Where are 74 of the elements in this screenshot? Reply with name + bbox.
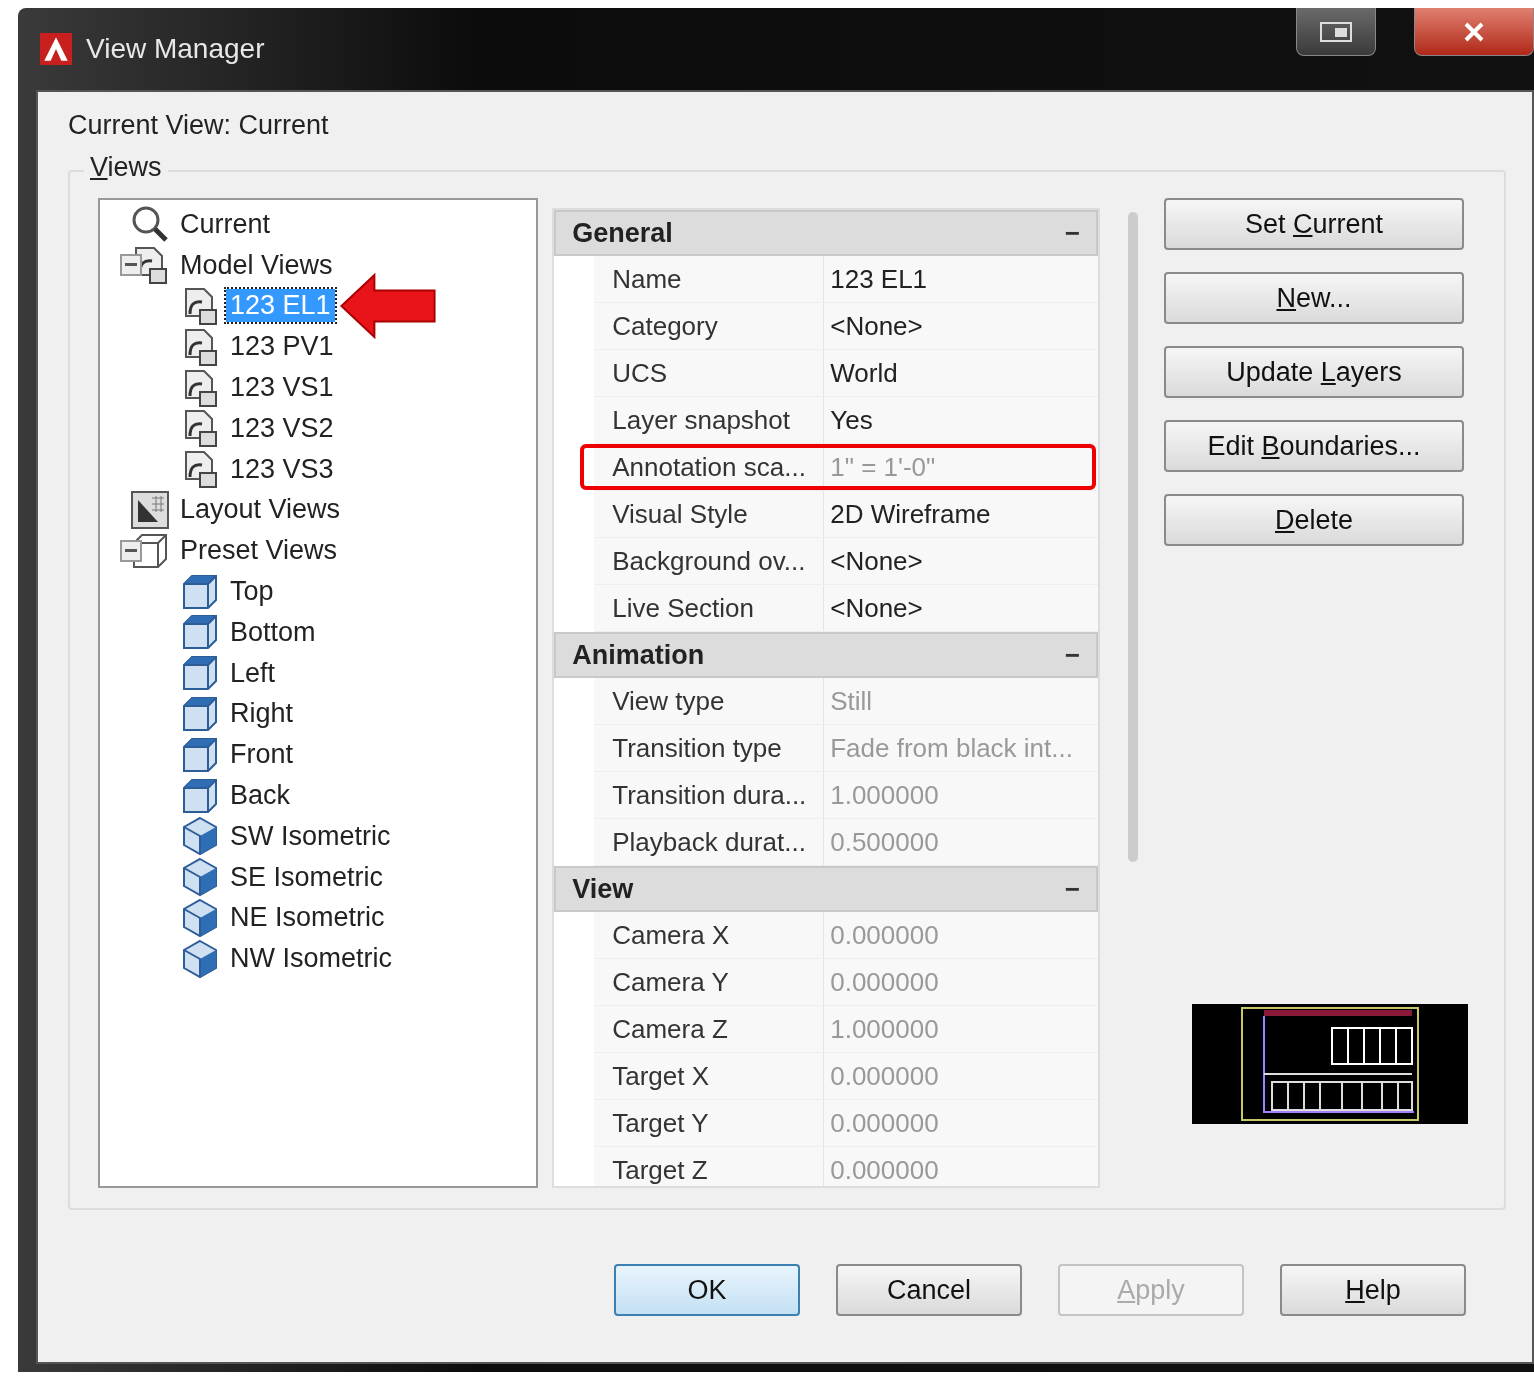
tree-item[interactable]: 123 PV1 bbox=[226, 330, 338, 364]
tree-item[interactable]: 123 VS1 bbox=[226, 371, 338, 405]
tree-item[interactable]: 123 VS3 bbox=[226, 452, 338, 486]
section-title: General bbox=[572, 217, 673, 249]
property-name: Target X bbox=[594, 1053, 825, 1099]
tree-item[interactable]: NW Isometric bbox=[226, 942, 396, 976]
property-name: Camera X bbox=[594, 912, 825, 958]
property-value[interactable]: World bbox=[824, 357, 898, 389]
tree-item[interactable]: SE Isometric bbox=[226, 860, 388, 894]
tree-item[interactable]: 123 VS2 bbox=[226, 411, 338, 445]
restore-button[interactable] bbox=[1296, 8, 1376, 56]
isometric-cube-icon bbox=[180, 816, 220, 857]
property-value[interactable]: <None> bbox=[824, 310, 923, 342]
property-name: Transition type bbox=[594, 725, 825, 771]
property-name: UCS bbox=[594, 350, 825, 396]
property-value[interactable]: Yes bbox=[824, 404, 873, 436]
property-value[interactable]: <None> bbox=[824, 545, 923, 577]
window-title: View Manager bbox=[86, 33, 265, 65]
tree-item[interactable]: Layout Views bbox=[176, 493, 345, 527]
tree-item[interactable]: SW Isometric bbox=[226, 819, 395, 853]
tree-item[interactable]: NE Isometric bbox=[226, 901, 389, 935]
section-title: View bbox=[572, 873, 634, 905]
tree-item[interactable]: Front bbox=[226, 738, 298, 772]
property-name: Layer snapshot bbox=[594, 397, 825, 443]
close-button[interactable] bbox=[1414, 8, 1534, 56]
action-button[interactable]: Edit Boundaries... bbox=[1164, 420, 1464, 472]
collapse-toggle[interactable]: − bbox=[1064, 873, 1080, 905]
tree-item[interactable]: Back bbox=[226, 779, 295, 813]
tree-item[interactable]: Bottom bbox=[226, 615, 320, 649]
property-name: Playback durat... bbox=[594, 819, 825, 865]
dialog-button[interactable]: OK bbox=[614, 1264, 800, 1316]
isometric-cube-icon bbox=[180, 897, 220, 938]
collapse-toggle-icon[interactable] bbox=[120, 539, 142, 562]
isometric-cube-icon bbox=[180, 938, 220, 979]
dialog-button[interactable]: Cancel bbox=[836, 1264, 1022, 1316]
isometric-cube-icon bbox=[180, 857, 220, 898]
current-view-label: Current View: Current bbox=[68, 110, 330, 142]
property-name: Visual Style bbox=[594, 491, 825, 537]
property-name: Annotation sca... bbox=[594, 444, 825, 490]
property-name: Category bbox=[594, 303, 825, 349]
tree-item[interactable]: Model Views bbox=[176, 248, 337, 282]
property-name: Target Y bbox=[594, 1100, 825, 1146]
tree-item[interactable]: Top bbox=[226, 575, 278, 609]
property-name: Transition dura... bbox=[594, 772, 825, 818]
property-value[interactable]: <None> bbox=[824, 592, 923, 624]
dialog-button[interactable]: Help bbox=[1280, 1264, 1466, 1316]
property-name: Background ov... bbox=[594, 538, 825, 584]
property-name: Camera Y bbox=[594, 959, 825, 1005]
section-header[interactable]: General − bbox=[554, 210, 1098, 256]
section-header[interactable]: Animation − bbox=[554, 632, 1098, 678]
tree-item[interactable]: Right bbox=[226, 697, 298, 731]
action-button[interactable]: New... bbox=[1164, 272, 1464, 324]
scrollbar[interactable] bbox=[1128, 212, 1138, 862]
tree-item[interactable]: Preset Views bbox=[176, 534, 342, 568]
action-button[interactable]: Delete bbox=[1164, 494, 1464, 546]
collapse-toggle[interactable]: − bbox=[1064, 639, 1080, 671]
app-logo-icon bbox=[40, 33, 72, 65]
collapse-toggle[interactable]: − bbox=[1064, 217, 1080, 249]
property-name: Target Z bbox=[594, 1147, 825, 1186]
action-button[interactable]: Set Current bbox=[1164, 198, 1464, 250]
property-name: Camera Z bbox=[594, 1006, 825, 1052]
property-name: Name bbox=[594, 256, 825, 302]
property-value[interactable]: 123 EL1 bbox=[824, 263, 928, 295]
tree-item[interactable]: Current bbox=[176, 207, 275, 241]
section-header[interactable]: View − bbox=[554, 866, 1098, 912]
property-value[interactable]: 2D Wireframe bbox=[824, 498, 991, 530]
action-button[interactable]: Update Layers bbox=[1164, 346, 1464, 398]
window-icon bbox=[1318, 19, 1354, 44]
tree-item[interactable]: Left bbox=[226, 656, 280, 690]
section-title: Animation bbox=[572, 639, 705, 671]
collapse-toggle-icon[interactable] bbox=[120, 254, 142, 277]
property-name: Live Section bbox=[594, 585, 825, 631]
property-name: View type bbox=[594, 678, 825, 724]
layout-icon bbox=[130, 489, 170, 530]
